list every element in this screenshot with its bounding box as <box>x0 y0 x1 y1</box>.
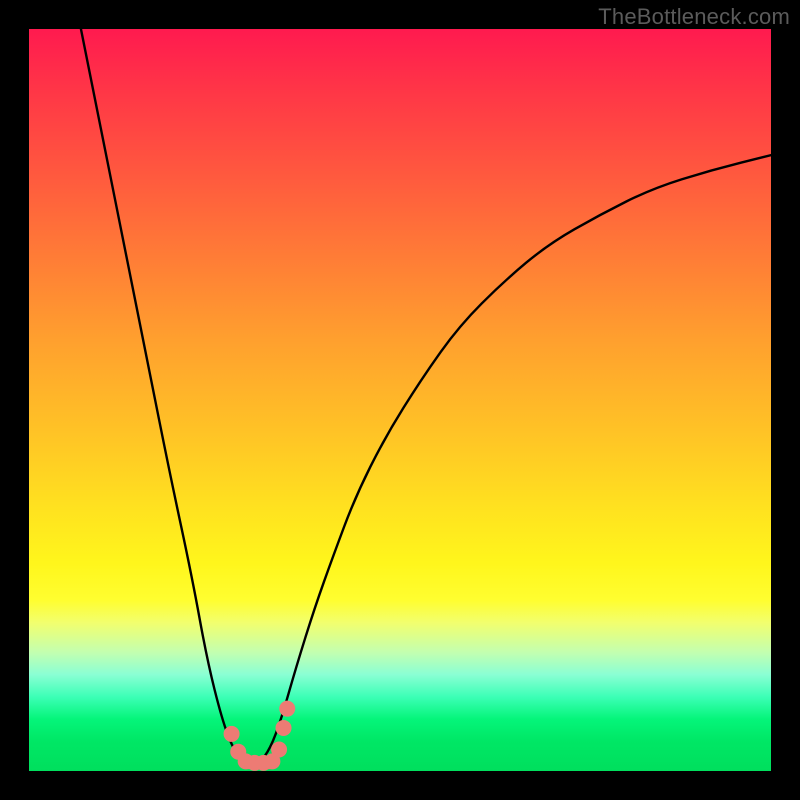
gradient-plot-area <box>29 29 771 771</box>
chart-frame: TheBottleneck.com <box>0 0 800 800</box>
watermark-label: TheBottleneck.com <box>598 4 790 30</box>
